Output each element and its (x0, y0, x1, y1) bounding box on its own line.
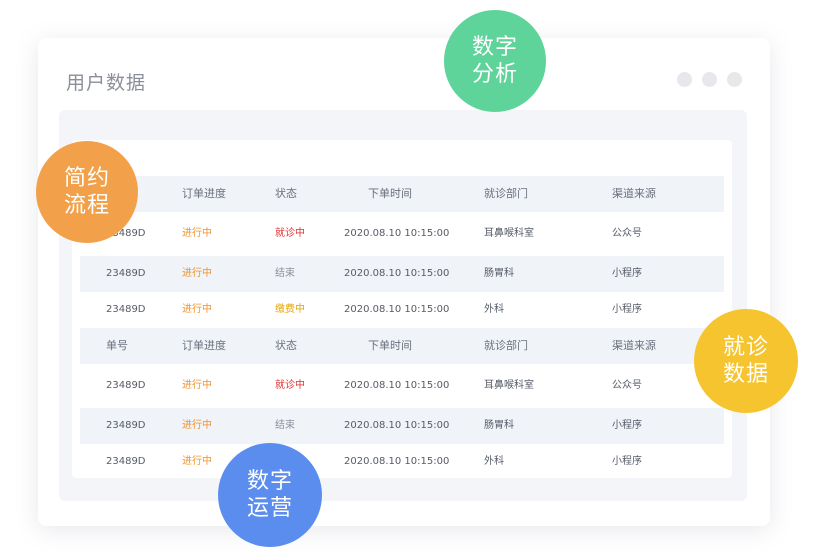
table-row[interactable]: 23489D 进行中 2020.08.10 10:15:00 外科 小程序 (80, 444, 724, 480)
window-dot-icon[interactable] (677, 72, 692, 87)
badge-line: 就诊 (722, 335, 769, 360)
order-channel: 公众号 (612, 228, 642, 239)
window-dot-icon[interactable] (727, 72, 742, 87)
orders-table: 单号 订单进度 状态 下单时间 就诊部门 渠道来源 23489D 进行中 就诊中… (80, 176, 724, 480)
order-id: 23489D (106, 380, 146, 391)
digital-ops-badge: 数字 运营 (218, 443, 322, 547)
table-row[interactable]: 23489D 进行中 就诊中 2020.08.10 10:15:00 耳鼻喉科室… (80, 364, 724, 408)
order-channel: 小程序 (612, 456, 642, 467)
order-progress: 进行中 (182, 456, 212, 467)
window-dot-icon[interactable] (702, 72, 717, 87)
order-id: 23489D (106, 456, 146, 467)
header-department: 就诊部门 (484, 339, 528, 352)
header-department: 就诊部门 (484, 187, 528, 200)
table-header-row: 单号 订单进度 状态 下单时间 就诊部门 渠道来源 (80, 328, 724, 364)
order-progress: 进行中 (182, 304, 212, 315)
order-time: 2020.08.10 10:15:00 (344, 456, 450, 467)
window-controls (677, 72, 742, 87)
header-progress: 订单进度 (182, 339, 226, 352)
order-time: 2020.08.10 10:15:00 (344, 420, 450, 431)
header-order-id: 单号 (106, 339, 128, 352)
order-status: 就诊中 (275, 380, 305, 391)
badge-line: 数字 (246, 469, 293, 494)
badge-line: 分析 (471, 62, 518, 87)
header-channel: 渠道来源 (612, 187, 656, 200)
header-status: 状态 (275, 187, 297, 200)
window-title: 用户数据 (66, 72, 147, 94)
order-time: 2020.08.10 10:15:00 (344, 228, 450, 239)
header-order-time: 下单时间 (368, 339, 412, 352)
order-progress: 进行中 (182, 228, 212, 239)
order-progress: 进行中 (182, 268, 212, 279)
visit-data-badge: 就诊 数据 (694, 309, 798, 413)
table-sheet: 单号 订单进度 状态 下单时间 就诊部门 渠道来源 23489D 进行中 就诊中… (72, 140, 732, 478)
order-channel: 小程序 (612, 268, 642, 279)
order-status: 结束 (275, 420, 295, 431)
order-channel: 小程序 (612, 420, 642, 431)
content-panel: 单号 订单进度 状态 下单时间 就诊部门 渠道来源 23489D 进行中 就诊中… (59, 110, 747, 501)
order-department: 肠胃科 (484, 420, 514, 431)
order-department: 外科 (484, 456, 504, 467)
order-department: 耳鼻喉科室 (484, 380, 534, 391)
order-progress: 进行中 (182, 420, 212, 431)
order-channel: 公众号 (612, 380, 642, 391)
header-channel: 渠道来源 (612, 339, 656, 352)
table-row[interactable]: 23489D 进行中 就诊中 2020.08.10 10:15:00 耳鼻喉科室… (80, 212, 724, 256)
order-id: 23489D (106, 304, 146, 315)
digital-analysis-badge: 数字 分析 (444, 10, 546, 112)
order-time: 2020.08.10 10:15:00 (344, 380, 450, 391)
order-time: 2020.08.10 10:15:00 (344, 304, 450, 315)
order-status: 缴费中 (275, 304, 305, 315)
order-status: 结束 (275, 268, 295, 279)
order-progress: 进行中 (182, 380, 212, 391)
simple-flow-badge: 简约 流程 (36, 141, 138, 243)
badge-line: 运营 (246, 496, 293, 521)
header-progress: 订单进度 (182, 187, 226, 200)
order-department: 肠胃科 (484, 268, 514, 279)
table-row[interactable]: 23489D 进行中 缴费中 2020.08.10 10:15:00 外科 小程… (80, 292, 724, 328)
badge-line: 数据 (722, 362, 769, 387)
order-id: 23489D (106, 420, 146, 431)
header-order-time: 下单时间 (368, 187, 412, 200)
order-time: 2020.08.10 10:15:00 (344, 268, 450, 279)
table-row[interactable]: 23489D 进行中 结束 2020.08.10 10:15:00 肠胃科 小程… (80, 408, 724, 444)
order-department: 外科 (484, 304, 504, 315)
header-status: 状态 (275, 339, 297, 352)
table-header-row: 单号 订单进度 状态 下单时间 就诊部门 渠道来源 (80, 176, 724, 212)
badge-line: 数字 (471, 35, 518, 60)
badge-line: 流程 (63, 193, 110, 218)
order-department: 耳鼻喉科室 (484, 228, 534, 239)
badge-line: 简约 (63, 166, 110, 191)
data-window: 用户数据 单号 订单进度 状态 下单时间 就诊部门 渠道来源 23489D 进行… (38, 38, 770, 526)
order-status: 就诊中 (275, 228, 305, 239)
order-id: 23489D (106, 268, 146, 279)
table-row[interactable]: 23489D 进行中 结束 2020.08.10 10:15:00 肠胃科 小程… (80, 256, 724, 292)
order-channel: 小程序 (612, 304, 642, 315)
